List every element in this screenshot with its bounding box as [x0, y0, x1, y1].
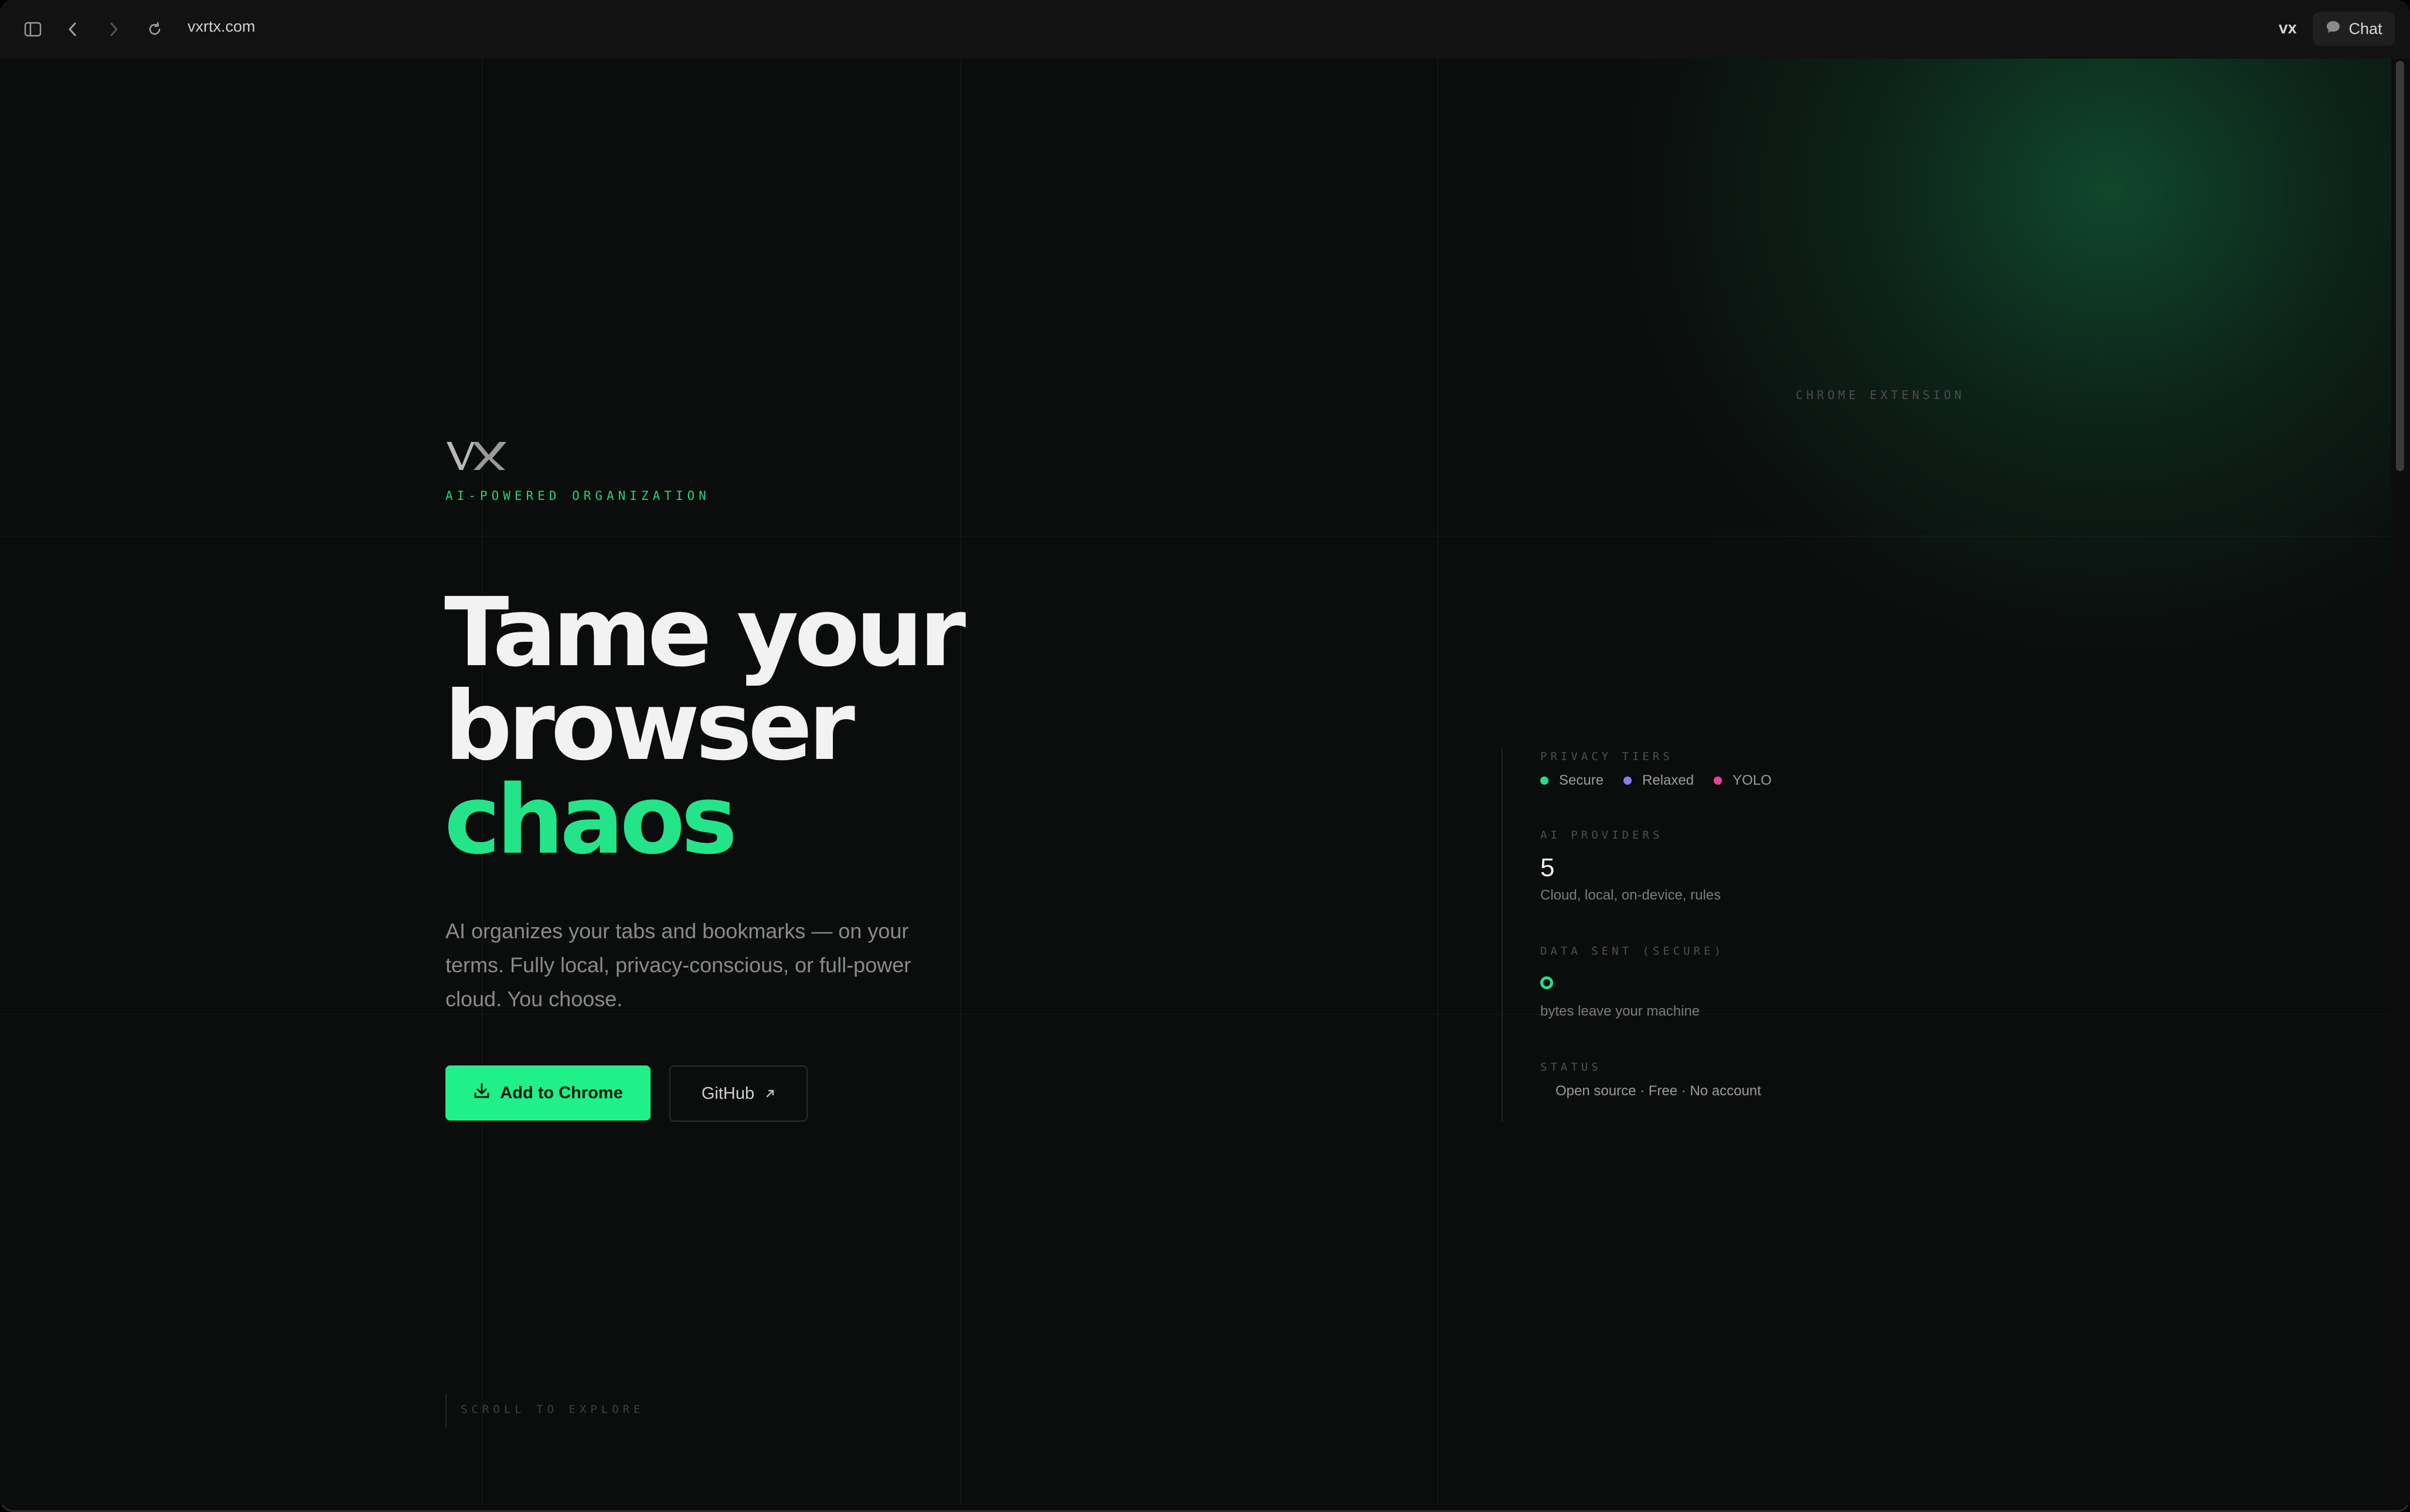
github-label: GitHub — [701, 1084, 755, 1103]
chat-label: Chat — [2348, 19, 2382, 38]
scroll-hint: SCROLL TO EXPLORE — [461, 1403, 645, 1416]
external-link-icon — [765, 1084, 775, 1104]
grid-line — [1437, 59, 1438, 1505]
page-scrollbar[interactable] — [2391, 59, 2410, 1505]
download-icon — [473, 1082, 491, 1104]
reload-icon[interactable] — [144, 19, 165, 40]
tier-yolo: YOLO — [1714, 772, 1772, 789]
grid-line — [0, 536, 2391, 537]
back-arrow-icon[interactable] — [62, 19, 83, 40]
forward-arrow-icon[interactable] — [103, 19, 124, 40]
tier-relaxed-label: Relaxed — [1642, 772, 1694, 788]
ai-providers-description: Cloud, local, on-device, rules — [1540, 887, 1721, 903]
data-sent-description: bytes leave your machine — [1540, 1003, 1700, 1019]
browser-toolbar: vxrtx.com VX Chat — [0, 0, 2410, 60]
chat-button[interactable]: Chat — [2313, 12, 2395, 46]
zero-indicator-icon — [1540, 976, 1553, 989]
yolo-dot-icon — [1714, 777, 1723, 785]
headline-accent: chaos — [444, 765, 737, 876]
hero-headline: Tame your browser chaos — [444, 578, 966, 876]
scroll-hint-bar — [445, 1394, 447, 1429]
headline-line-1: Tame your — [444, 578, 966, 688]
secure-dot-icon — [1540, 777, 1548, 785]
address-bar[interactable]: vxrtx.com — [188, 18, 256, 36]
background-glow — [1512, 59, 2391, 762]
add-to-chrome-label: Add to Chrome — [500, 1083, 623, 1102]
data-sent-label: DATA SENT (SECURE) — [1540, 945, 1724, 958]
chrome-extension-tag: CHROME EXTENSION — [1796, 388, 1965, 402]
relaxed-dot-icon — [1623, 777, 1632, 785]
ai-providers-label: AI PROVIDERS — [1540, 829, 1663, 842]
svg-text:VX: VX — [2279, 22, 2296, 36]
privacy-tiers-list: Secure Relaxed YOLO — [1540, 772, 1780, 789]
grid-line — [0, 1014, 2391, 1015]
page-viewport: CHROME EXTENSION AI-POWERED ORGANIZATION… — [0, 59, 2391, 1505]
tier-relaxed: Relaxed — [1623, 772, 1694, 789]
status-label: STATUS — [1540, 1061, 1602, 1074]
stats-divider — [1502, 749, 1503, 1122]
github-button[interactable]: GitHub — [669, 1065, 808, 1122]
privacy-tiers-label: PRIVACY TIERS — [1540, 750, 1673, 763]
tier-secure: Secure — [1540, 772, 1604, 789]
chat-bubble-icon — [2325, 19, 2341, 39]
add-to-chrome-button[interactable]: Add to Chrome — [445, 1065, 651, 1121]
tier-yolo-label: YOLO — [1732, 772, 1772, 788]
brand-logo[interactable] — [445, 438, 510, 476]
extension-icon[interactable]: VX — [2276, 19, 2297, 40]
status-value: Open source · Free · No account — [1555, 1083, 1761, 1099]
eyebrow-label: AI-POWERED ORGANIZATION — [445, 489, 710, 503]
hero-description: AI organizes your tabs and bookmarks — o… — [445, 919, 911, 1011]
sidebar-toggle-icon[interactable] — [22, 19, 43, 40]
headline-line-2: browser — [444, 672, 855, 782]
tier-secure-label: Secure — [1559, 772, 1604, 788]
scrollbar-thumb[interactable] — [2396, 61, 2404, 471]
ai-providers-count: 5 — [1540, 853, 1555, 882]
browser-window: vxrtx.com VX Chat CHROME EXTENSION AI-PO… — [0, 0, 2410, 1512]
